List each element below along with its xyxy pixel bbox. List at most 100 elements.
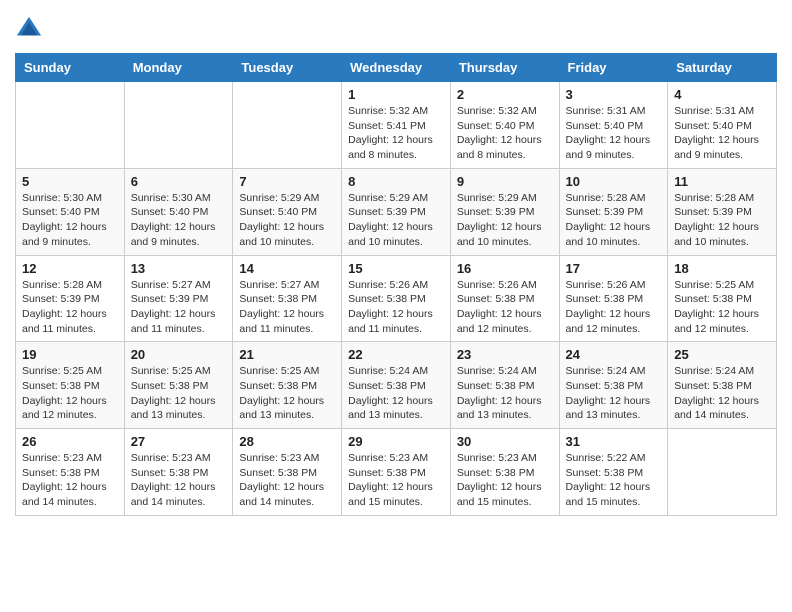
day-number: 13	[131, 261, 227, 276]
calendar-cell: 5Sunrise: 5:30 AM Sunset: 5:40 PM Daylig…	[16, 168, 125, 255]
calendar-cell: 25 Sunrise: 5:24 AM Sunset: 5:38 PM Dayli…	[668, 342, 777, 429]
day-info: Sunrise: 5:23 AM Sunset: 5:38 PM Dayligh…	[457, 451, 553, 510]
calendar-cell: 11 Sunrise: 5:28 AM Sunset: 5:39 PM Dayli…	[668, 168, 777, 255]
day-header-thursday: Thursday	[450, 54, 559, 82]
day-info: Sunrise: 5:23 AM Sunset: 5:38 PM Dayligh…	[348, 451, 444, 510]
day-number: 17	[566, 261, 662, 276]
calendar-cell	[668, 429, 777, 516]
day-info: Sunrise: 5:23 AM Sunset: 5:38 PM Dayligh…	[22, 451, 118, 510]
page-container: SundayMondayTuesdayWednesdayThursdayFrid…	[0, 0, 792, 526]
day-info: Sunrise: 5:32 AM Sunset: 5:40 PM Dayligh…	[457, 104, 553, 163]
day-number: 31	[566, 434, 662, 449]
calendar-cell: 18Sunrise: 5:25 AM Sunset: 5:38 PM Dayli…	[668, 255, 777, 342]
day-number: 25	[674, 347, 770, 362]
day-info: Sunrise: 5:23 AM Sunset: 5:38 PM Dayligh…	[131, 451, 227, 510]
day-info: Sunrise: 5:32 AM Sunset: 5:41 PM Dayligh…	[348, 104, 444, 163]
day-info: Sunrise: 5:24 AM Sunset: 5:38 PM Dayligh…	[457, 364, 553, 423]
day-number: 15	[348, 261, 444, 276]
calendar-cell: 1 Sunrise: 5:32 AM Sunset: 5:41 PM Daylig…	[342, 82, 451, 169]
day-info: Sunrise: 5:28 AM Sunset: 5:39 PM Dayligh…	[566, 191, 662, 250]
day-number: 20	[131, 347, 227, 362]
calendar-cell: 30 Sunrise: 5:23 AM Sunset: 5:38 PM Dayli…	[450, 429, 559, 516]
day-number: 27	[131, 434, 227, 449]
calendar-cell: 14Sunrise: 5:27 AM Sunset: 5:38 PM Dayli…	[233, 255, 342, 342]
day-number: 30	[457, 434, 553, 449]
calendar-week-row: 26Sunrise: 5:23 AM Sunset: 5:38 PM Dayli…	[16, 429, 777, 516]
day-info: Sunrise: 5:25 AM Sunset: 5:38 PM Dayligh…	[131, 364, 227, 423]
day-info: Sunrise: 5:26 AM Sunset: 5:38 PM Dayligh…	[566, 278, 662, 337]
day-number: 24	[566, 347, 662, 362]
day-info: Sunrise: 5:24 AM Sunset: 5:38 PM Dayligh…	[348, 364, 444, 423]
day-info: Sunrise: 5:29 AM Sunset: 5:39 PM Dayligh…	[457, 191, 553, 250]
day-info: Sunrise: 5:26 AM Sunset: 5:38 PM Dayligh…	[457, 278, 553, 337]
page-header	[15, 15, 777, 43]
logo	[15, 15, 49, 43]
day-number: 22	[348, 347, 444, 362]
calendar-cell: 3 Sunrise: 5:31 AM Sunset: 5:40 PM Daylig…	[559, 82, 668, 169]
calendar-cell: 12 Sunrise: 5:28 AM Sunset: 5:39 PM Dayli…	[16, 255, 125, 342]
day-number: 1	[348, 87, 444, 102]
day-info: Sunrise: 5:26 AM Sunset: 5:38 PM Dayligh…	[348, 278, 444, 337]
calendar-cell: 28 Sunrise: 5:23 AM Sunset: 5:38 PM Dayli…	[233, 429, 342, 516]
day-header-sunday: Sunday	[16, 54, 125, 82]
day-number: 10	[566, 174, 662, 189]
calendar-week-row: 19 Sunrise: 5:25 AM Sunset: 5:38 PM Dayli…	[16, 342, 777, 429]
day-header-tuesday: Tuesday	[233, 54, 342, 82]
day-info: Sunrise: 5:30 AM Sunset: 5:40 PM Dayligh…	[22, 191, 118, 250]
calendar-cell: 24 Sunrise: 5:24 AM Sunset: 5:38 PM Dayli…	[559, 342, 668, 429]
calendar-cell: 4 Sunrise: 5:31 AM Sunset: 5:40 PM Daylig…	[668, 82, 777, 169]
day-number: 6	[131, 174, 227, 189]
calendar-cell	[16, 82, 125, 169]
day-info: Sunrise: 5:24 AM Sunset: 5:38 PM Dayligh…	[674, 364, 770, 423]
calendar-cell: 20 Sunrise: 5:25 AM Sunset: 5:38 PM Dayli…	[124, 342, 233, 429]
day-number: 3	[566, 87, 662, 102]
calendar-cell	[124, 82, 233, 169]
day-number: 23	[457, 347, 553, 362]
day-header-monday: Monday	[124, 54, 233, 82]
calendar-cell: 26Sunrise: 5:23 AM Sunset: 5:38 PM Dayli…	[16, 429, 125, 516]
day-number: 4	[674, 87, 770, 102]
day-number: 8	[348, 174, 444, 189]
calendar-cell: 16 Sunrise: 5:26 AM Sunset: 5:38 PM Dayli…	[450, 255, 559, 342]
day-info: Sunrise: 5:28 AM Sunset: 5:39 PM Dayligh…	[674, 191, 770, 250]
calendar-cell: 31 Sunrise: 5:22 AM Sunset: 5:38 PM Dayli…	[559, 429, 668, 516]
calendar-cell: 13Sunrise: 5:27 AM Sunset: 5:39 PM Dayli…	[124, 255, 233, 342]
day-number: 29	[348, 434, 444, 449]
day-info: Sunrise: 5:29 AM Sunset: 5:39 PM Dayligh…	[348, 191, 444, 250]
calendar-cell: 8 Sunrise: 5:29 AM Sunset: 5:39 PM Daylig…	[342, 168, 451, 255]
calendar-cell: 2 Sunrise: 5:32 AM Sunset: 5:40 PM Daylig…	[450, 82, 559, 169]
day-info: Sunrise: 5:25 AM Sunset: 5:38 PM Dayligh…	[22, 364, 118, 423]
day-number: 9	[457, 174, 553, 189]
day-info: Sunrise: 5:29 AM Sunset: 5:40 PM Dayligh…	[239, 191, 335, 250]
calendar-cell: 10 Sunrise: 5:28 AM Sunset: 5:39 PM Dayli…	[559, 168, 668, 255]
calendar-cell: 7Sunrise: 5:29 AM Sunset: 5:40 PM Daylig…	[233, 168, 342, 255]
day-info: Sunrise: 5:31 AM Sunset: 5:40 PM Dayligh…	[566, 104, 662, 163]
day-info: Sunrise: 5:24 AM Sunset: 5:38 PM Dayligh…	[566, 364, 662, 423]
calendar-cell: 15 Sunrise: 5:26 AM Sunset: 5:38 PM Dayli…	[342, 255, 451, 342]
calendar-cell: 6 Sunrise: 5:30 AM Sunset: 5:40 PM Daylig…	[124, 168, 233, 255]
calendar-cell	[233, 82, 342, 169]
calendar-cell: 29 Sunrise: 5:23 AM Sunset: 5:38 PM Dayli…	[342, 429, 451, 516]
day-number: 21	[239, 347, 335, 362]
day-header-wednesday: Wednesday	[342, 54, 451, 82]
day-info: Sunrise: 5:22 AM Sunset: 5:38 PM Dayligh…	[566, 451, 662, 510]
day-info: Sunrise: 5:31 AM Sunset: 5:40 PM Dayligh…	[674, 104, 770, 163]
day-number: 19	[22, 347, 118, 362]
day-info: Sunrise: 5:23 AM Sunset: 5:38 PM Dayligh…	[239, 451, 335, 510]
logo-icon	[15, 15, 43, 43]
day-number: 14	[239, 261, 335, 276]
day-number: 28	[239, 434, 335, 449]
day-number: 2	[457, 87, 553, 102]
day-number: 11	[674, 174, 770, 189]
day-info: Sunrise: 5:30 AM Sunset: 5:40 PM Dayligh…	[131, 191, 227, 250]
calendar-header-row: SundayMondayTuesdayWednesdayThursdayFrid…	[16, 54, 777, 82]
calendar-cell: 22 Sunrise: 5:24 AM Sunset: 5:38 PM Dayli…	[342, 342, 451, 429]
day-number: 16	[457, 261, 553, 276]
day-number: 18	[674, 261, 770, 276]
day-number: 12	[22, 261, 118, 276]
calendar-cell: 17 Sunrise: 5:26 AM Sunset: 5:38 PM Dayli…	[559, 255, 668, 342]
calendar-week-row: 1 Sunrise: 5:32 AM Sunset: 5:41 PM Daylig…	[16, 82, 777, 169]
day-info: Sunrise: 5:28 AM Sunset: 5:39 PM Dayligh…	[22, 278, 118, 337]
calendar-week-row: 5Sunrise: 5:30 AM Sunset: 5:40 PM Daylig…	[16, 168, 777, 255]
calendar-cell: 27 Sunrise: 5:23 AM Sunset: 5:38 PM Dayli…	[124, 429, 233, 516]
